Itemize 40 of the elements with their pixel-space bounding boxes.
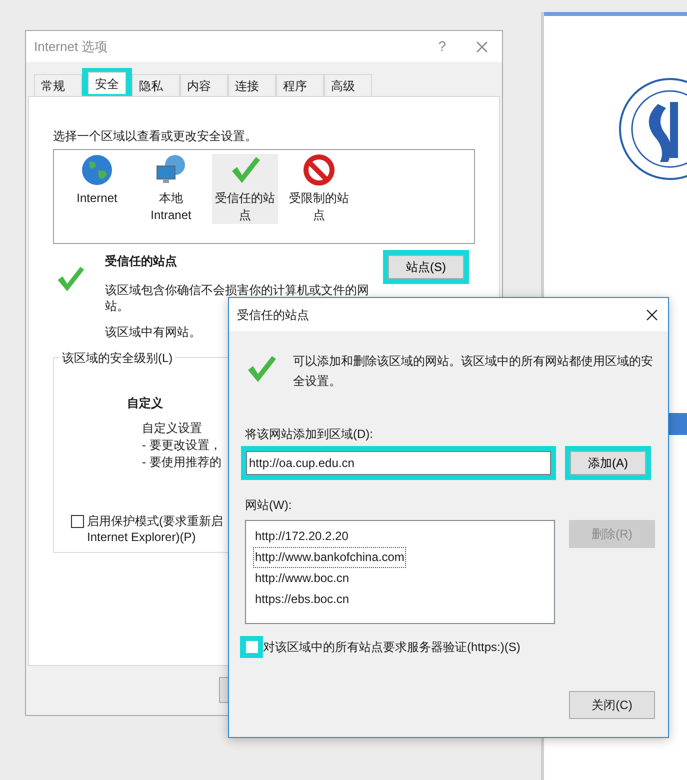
zone-prompt: 选择一个区域以查看或更改安全设置。 (53, 128, 258, 145)
url-field[interactable]: http://oa.cup.edu.cn (246, 451, 551, 475)
checkbox-label: Internet Explorer)(P) (87, 529, 196, 545)
sites-button[interactable]: 站点(S) (388, 255, 464, 279)
tab[interactable]: 高级 (324, 74, 372, 96)
level-description: - 要使用推荐的 (142, 454, 222, 471)
checkbox-label: 对该区域中的所有站点要求服务器验证(https:)(S) (263, 639, 520, 656)
zone-title: 受信任的站点 (105, 253, 178, 270)
site-item[interactable]: https://ebs.boc.cn (253, 589, 352, 610)
info-text: 可以添加和删除该区域的网站。该区域中的所有网站都使用区域的安全设置。 (293, 353, 654, 390)
tab[interactable]: 安全 (88, 72, 126, 94)
group-legend: 该区域的安全级别(L) (60, 349, 175, 367)
checkbox-label: 启用保护模式(要求重新启 (87, 513, 223, 529)
checkbox[interactable] (71, 515, 84, 528)
tab[interactable]: 连接 (228, 74, 276, 96)
zone-status: 该区域中有网站。 (105, 324, 202, 341)
checkmark-icon (55, 264, 85, 294)
zone-item[interactable]: 本地 Intranet (138, 154, 204, 224)
computer-globe-icon (155, 154, 187, 186)
globe-icon (81, 154, 113, 186)
close-button[interactable]: 关闭(C) (569, 691, 655, 719)
tab[interactable]: 常规 (34, 74, 82, 96)
site-item[interactable]: http://172.20.2.20 (253, 526, 350, 547)
add-button[interactable]: 添加(A) (570, 451, 646, 475)
list-label: 网站(W): (245, 497, 293, 514)
zone-item[interactable]: 受信任的站点 (212, 154, 278, 224)
site-item[interactable]: http://www.boc.cn (253, 568, 352, 589)
zone-item[interactable]: 受限制的站点 (286, 154, 352, 224)
tab[interactable]: 程序 (276, 74, 324, 96)
level-description: - 要更改设置， (142, 437, 222, 454)
window-title: Internet 选项 (34, 38, 108, 56)
level-name: 自定义 (127, 395, 164, 412)
level-description: 自定义设置 (142, 420, 202, 437)
site-item[interactable]: http://www.bankofchina.com (253, 547, 406, 568)
tab[interactable]: 内容 (180, 74, 228, 96)
add-label: 将该网站添加到区域(D): (245, 426, 374, 443)
zone-item[interactable]: Internet (64, 154, 130, 224)
close-icon[interactable] (646, 308, 658, 320)
tab[interactable]: 隐私 (132, 74, 180, 96)
prohibited-icon (303, 154, 335, 186)
